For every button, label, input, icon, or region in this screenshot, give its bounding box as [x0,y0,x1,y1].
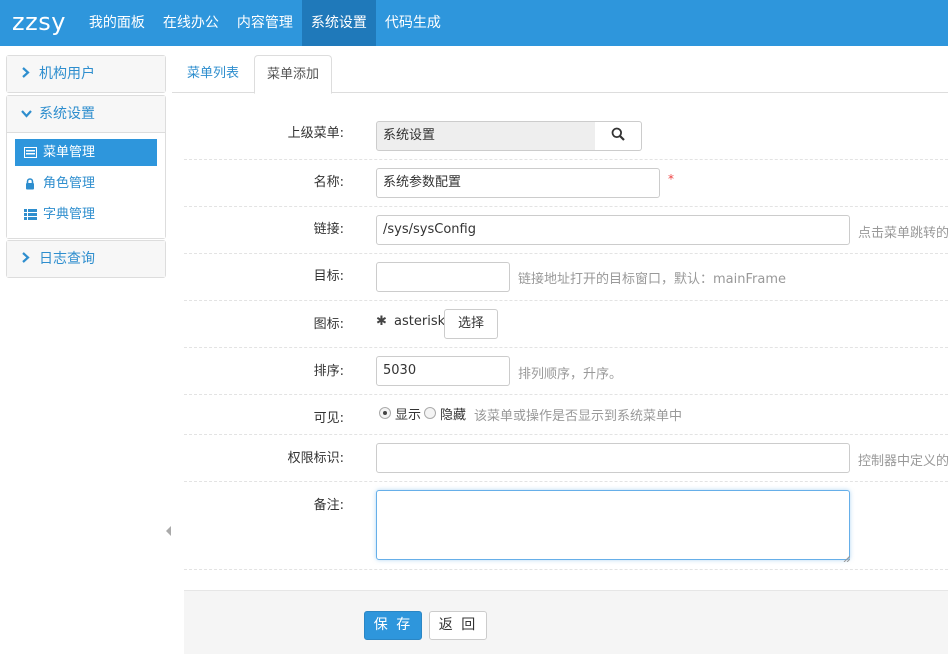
target-input[interactable] [376,262,510,292]
sidebar-item-dictionary-management[interactable]: 字典管理 [15,201,157,228]
remarks-textarea[interactable] [376,490,850,560]
permission-input[interactable] [376,443,850,473]
tab-menu-list[interactable]: 菜单列表 [175,55,251,93]
form-row-name: 名称: 系统参数配置 * [184,160,948,207]
sort-help-text: 排列顺序，升序。 [518,367,623,382]
name-input[interactable]: 系统参数配置 [376,168,660,198]
visible-option-hide-label: 隐藏 [440,408,467,423]
form-row-visible: 可见: 显示 隐藏 该菜单或操作是否显示到系统菜单中 [184,395,948,435]
form-row-sort: 排序: 5030 排列顺序，升序。 [184,348,948,395]
href-label: 链接: [313,222,344,237]
chevron-right-icon [21,57,35,93]
sidebar-header-org-users[interactable]: 机构用户 [7,56,165,92]
sidebar-panel-log-query: 日志查询 [6,240,166,278]
form-row-target: 目标: 链接地址打开的目标窗口，默认：mainFrame [184,254,948,301]
sidebar-header-log-query[interactable]: 日志查询 [7,241,165,277]
sidebar-item-menu-management[interactable]: 菜单管理 [15,139,157,166]
form-actions: 保 存 返 回 [184,590,948,654]
form-row-permission: 权限标识: 控制器中定义的权 [184,435,948,482]
search-icon [611,127,625,145]
visible-option-show-label: 显示 [395,408,422,423]
sidebar-item-label: 字典管理 [43,207,96,222]
permission-help-text: 控制器中定义的权 [858,454,948,469]
save-button[interactable]: 保 存 [364,611,422,640]
visible-help-text: 该菜单或操作是否显示到系统菜单中 [474,409,683,424]
list-icon [23,147,37,158]
icon-select-button[interactable]: 选择 [444,309,498,339]
nav-item-dashboard[interactable]: 我的面板 [80,0,154,46]
nav-item-system-settings[interactable]: 系统设置 [301,0,376,46]
visible-label: 可见: [313,411,344,426]
required-marker: * [668,172,674,186]
chevron-down-icon [21,97,35,133]
resize-handle-icon[interactable] [843,551,851,566]
form-row-href: 链接: /sys/sysConfig 点击菜单跳转的页 [184,207,948,254]
top-navbar: zzsy 我的面板 在线办公 内容管理 系统设置 代码生成 [0,0,948,46]
permission-label: 权限标识: [287,451,344,466]
parent-menu-input[interactable]: 系统设置 [376,121,596,151]
sidebar-item-role-management[interactable]: 角色管理 [15,170,157,197]
lock-icon [23,177,37,190]
sidebar: 机构用户 系统设置 菜单管理 角色管理 字典管理 日志查询 [0,46,172,654]
chevron-right-icon [21,242,35,278]
visible-radio-show[interactable] [379,407,391,419]
sidebar-header-system-settings[interactable]: 系统设置 [7,96,165,132]
asterisk-icon: ✱ [376,314,387,329]
sort-input[interactable]: 5030 [376,356,510,386]
nav-item-office[interactable]: 在线办公 [154,0,228,46]
sidebar-panel-org-users: 机构用户 [6,55,166,93]
selected-icon-preview: ✱ asterisk [376,314,445,329]
sidebar-header-label: 日志查询 [39,251,95,267]
brand-logo[interactable]: zzsy [0,0,80,46]
sort-label: 排序: [313,364,344,379]
href-help-text: 点击菜单跳转的页 [858,226,948,241]
th-list-icon [23,209,37,220]
selected-icon-name: asterisk [394,314,446,329]
form-row-remarks: 备注: [184,482,948,570]
nav-item-content[interactable]: 内容管理 [228,0,302,46]
sidebar-panel-system-settings: 系统设置 菜单管理 角色管理 字典管理 [6,95,166,239]
tab-menu-add[interactable]: 菜单添加 [254,55,333,94]
sidebar-item-label: 菜单管理 [43,145,96,160]
remarks-label: 备注: [313,498,344,513]
form-row-icon: 图标: ✱ asterisk 选择 [184,301,948,348]
tab-bar: 菜单列表 菜单添加 [172,46,948,94]
main-content: 菜单列表 菜单添加 上级菜单: 系统设置 名称: 系统参数配置 * 链接: /s… [172,46,948,654]
nav-item-codegen[interactable]: 代码生成 [376,0,450,46]
href-input[interactable]: /sys/sysConfig [376,215,850,245]
sidebar-links: 菜单管理 角色管理 字典管理 [7,132,165,238]
target-help-text: 链接地址打开的目标窗口，默认：mainFrame [518,272,786,287]
sidebar-header-label: 机构用户 [39,66,95,82]
sidebar-item-label: 角色管理 [43,176,96,191]
form-row-parent: 上级菜单: 系统设置 [184,113,948,160]
sidebar-header-label: 系统设置 [39,106,95,122]
target-label: 目标: [313,269,344,284]
name-label: 名称: [313,175,344,190]
icon-label: 图标: [313,317,344,332]
visible-radio-hide[interactable] [424,407,436,419]
parent-menu-search-button[interactable] [595,121,642,151]
parent-label: 上级菜单: [287,126,344,141]
back-button[interactable]: 返 回 [429,611,487,640]
